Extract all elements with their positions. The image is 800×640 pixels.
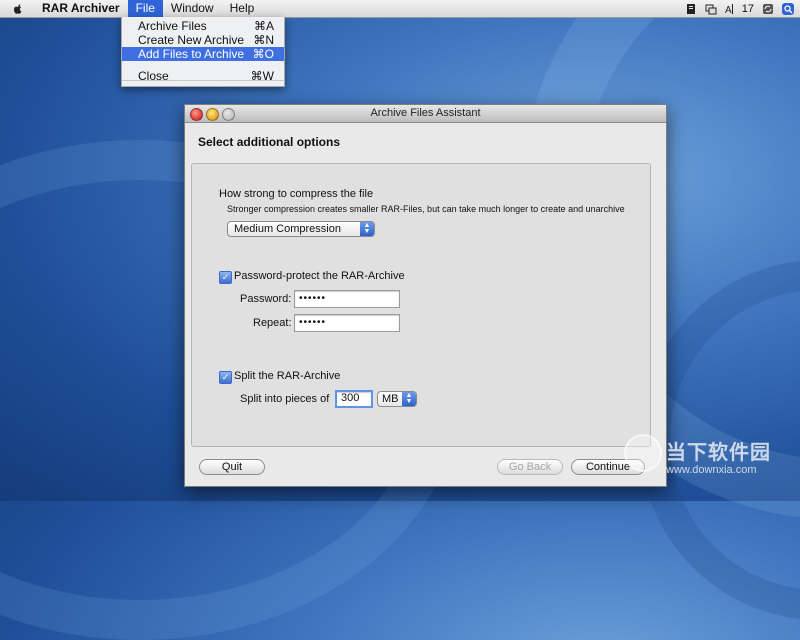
apple-logo-icon[interactable] [12, 3, 24, 15]
minimize-window-button[interactable] [206, 108, 219, 121]
file-menu-dropdown: Archive Files ⌘A Create New Archive ⌘N A… [121, 17, 285, 87]
archive-assistant-window: Archive Files Assistant Select additiona… [184, 104, 667, 487]
popup-arrows-icon: ▲ ▼ [360, 222, 374, 236]
menubar: RAR Archiver File Window Help A 17 [0, 0, 800, 18]
compression-popup[interactable]: Medium Compression ▲ ▼ [227, 221, 375, 237]
split-pieces-label: Split into pieces of [240, 393, 330, 405]
split-unit-popup[interactable]: MB ▲ ▼ [377, 391, 417, 407]
password-label: Password: [240, 293, 292, 305]
compression-hint: Stronger compression creates smaller RAR… [227, 204, 625, 214]
window-titlebar[interactable]: Archive Files Assistant [185, 105, 666, 123]
repeat-label: Repeat: [253, 317, 292, 329]
menu-window[interactable]: Window [163, 0, 222, 17]
password-field[interactable]: •••••• [294, 290, 400, 308]
menubar-status-area: A 17 [685, 0, 794, 17]
menu-item-create-new-archive[interactable]: Create New Archive ⌘N [122, 33, 284, 47]
sync-icon[interactable] [762, 3, 774, 15]
page-heading: Select additional options [198, 135, 341, 149]
options-panel: How strong to compress the file Stronger… [191, 163, 651, 447]
compression-label: How strong to compress the file [219, 188, 374, 200]
calendar-icon[interactable]: A 17 [725, 3, 754, 15]
repeat-password-field[interactable]: •••••• [294, 314, 400, 332]
menu-help[interactable]: Help [222, 0, 263, 17]
svg-text:A: A [725, 5, 732, 15]
split-size-field[interactable]: 300 [335, 390, 373, 408]
go-back-button[interactable]: Go Back [497, 459, 563, 475]
close-window-button[interactable] [190, 108, 203, 121]
split-unit-selected: MB [382, 393, 399, 405]
menu-item-add-files-to-archive[interactable]: Add Files to Archive ⌘O [122, 47, 284, 61]
app-menu[interactable]: RAR Archiver [34, 0, 128, 17]
password-checkbox-label: Password-protect the RAR-Archive [234, 270, 405, 282]
menu-item-archive-files[interactable]: Archive Files ⌘A [122, 19, 284, 33]
window-title: Archive Files Assistant [370, 107, 481, 119]
watermark-logo-icon [624, 434, 662, 472]
split-checkbox[interactable]: ✓ [219, 371, 232, 384]
menu-item-close[interactable]: Close ⌘W [122, 69, 284, 83]
watermark-url: www.downxia.com [666, 464, 757, 476]
password-checkbox[interactable]: ✓ [219, 271, 232, 284]
quit-button[interactable]: Quit [199, 459, 265, 475]
popup-arrows-icon: ▲ ▼ [402, 392, 416, 406]
watermark: 当下软件园 www.downxia.com [624, 430, 794, 496]
menu-file[interactable]: File [127, 0, 163, 17]
windows-icon[interactable] [705, 3, 717, 15]
compression-selected: Medium Compression [234, 223, 341, 235]
watermark-title: 当下软件园 [666, 442, 771, 464]
clock-text: 17 [741, 2, 754, 15]
spotlight-icon[interactable] [782, 2, 794, 15]
script-menu-icon[interactable] [685, 3, 697, 15]
split-checkbox-label: Split the RAR-Archive [234, 370, 341, 382]
zoom-window-button[interactable] [222, 108, 235, 121]
